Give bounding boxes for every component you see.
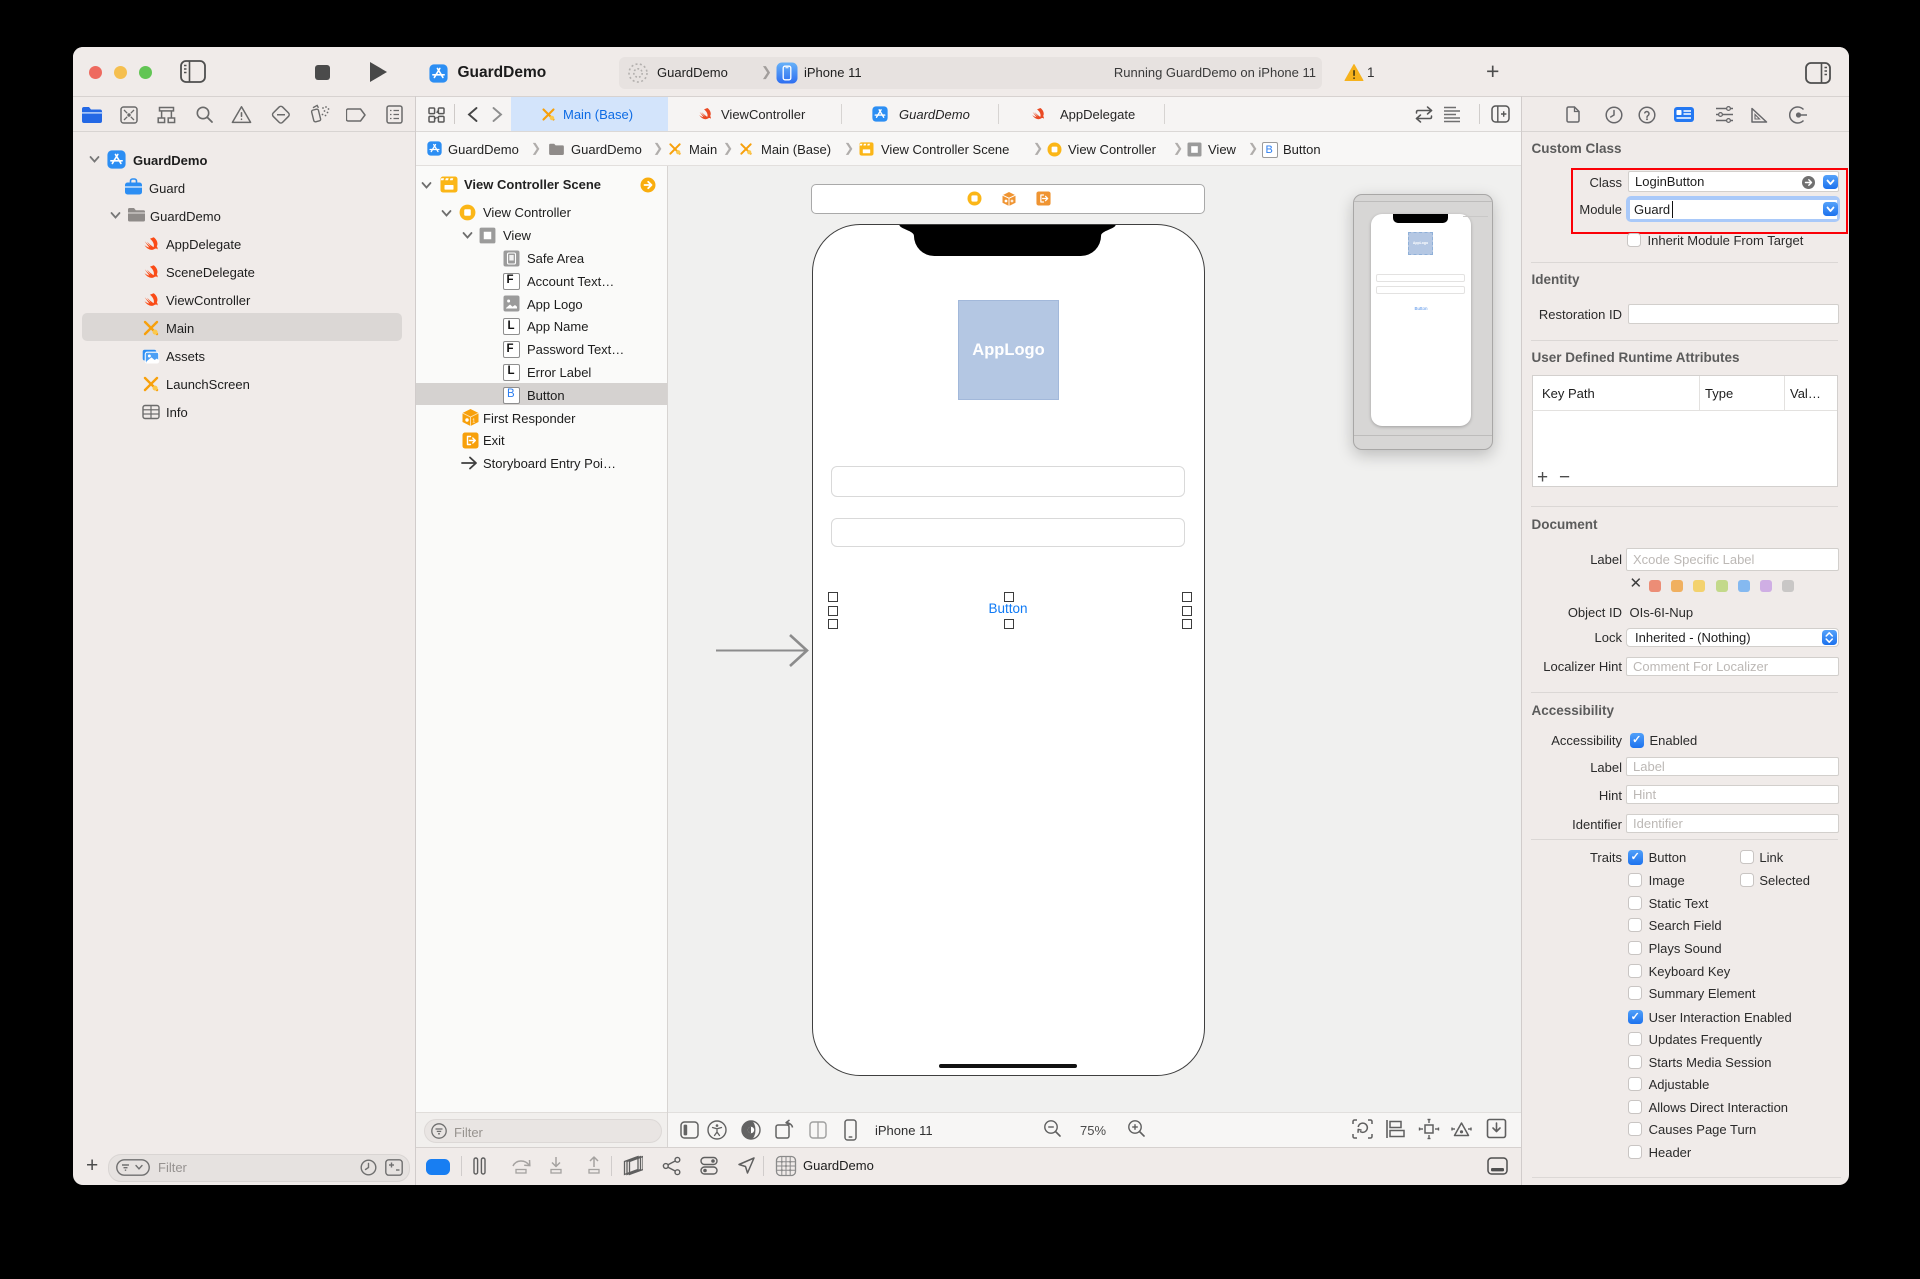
svg-text:1: 1 [472, 419, 475, 425]
